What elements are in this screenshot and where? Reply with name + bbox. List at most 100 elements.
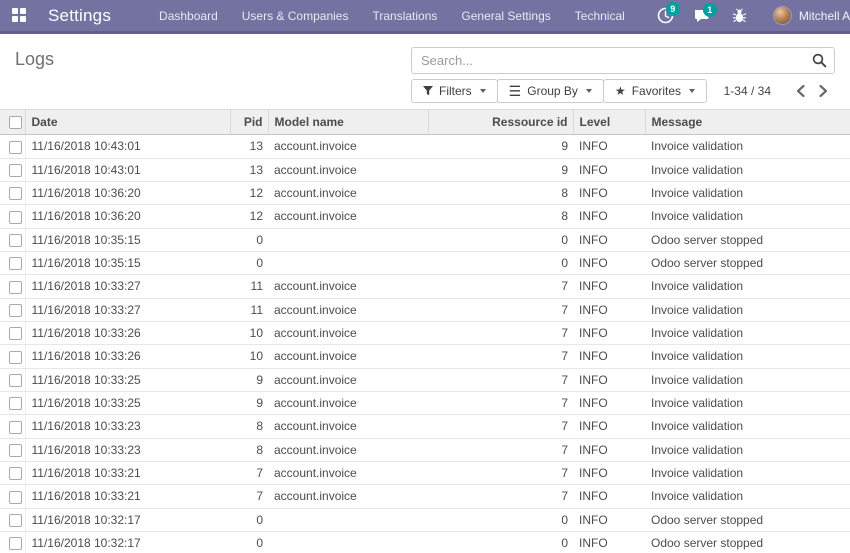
cell-model: account.invoice <box>268 321 428 344</box>
row-checkbox[interactable] <box>9 281 22 294</box>
table-row[interactable]: 11/16/2018 10:35:1500INFOOdoo server sto… <box>0 251 850 274</box>
messages-menu[interactable]: 1 <box>694 8 712 24</box>
menu-item-dashboard[interactable]: Dashboard <box>147 0 230 31</box>
table-row[interactable]: 11/16/2018 10:33:238account.invoice7INFO… <box>0 415 850 438</box>
cell-message: Invoice validation <box>645 181 850 204</box>
row-checkbox[interactable] <box>9 211 22 224</box>
row-checkbox[interactable] <box>9 397 22 410</box>
pager-value[interactable]: 1-34 / 34 <box>724 84 771 98</box>
row-checkbox[interactable] <box>9 187 22 200</box>
user-menu[interactable]: Mitchell Admin (Odoo_12) <box>773 6 850 25</box>
cell-date: 11/16/2018 10:33:27 <box>25 275 230 298</box>
cell-level: INFO <box>573 345 645 368</box>
cell-pid: 9 <box>230 368 268 391</box>
group-by-label: Group By <box>527 84 578 98</box>
cell-resid: 7 <box>428 298 573 321</box>
table-row[interactable]: 11/16/2018 10:33:2610account.invoice7INF… <box>0 321 850 344</box>
cell-model: account.invoice <box>268 205 428 228</box>
cell-resid: 7 <box>428 438 573 461</box>
search-icon[interactable] <box>812 53 827 73</box>
row-checkbox[interactable] <box>9 444 22 457</box>
cell-message: Invoice validation <box>645 275 850 298</box>
row-checkbox[interactable] <box>9 327 22 340</box>
favorites-button[interactable]: ★ Favorites <box>603 79 707 103</box>
avatar <box>773 6 792 25</box>
search-input[interactable] <box>411 47 835 74</box>
cell-pid: 12 <box>230 205 268 228</box>
row-checkbox[interactable] <box>9 421 22 434</box>
table-row[interactable]: 11/16/2018 10:33:259account.invoice7INFO… <box>0 368 850 391</box>
row-checkbox[interactable] <box>9 351 22 364</box>
table-row[interactable]: 11/16/2018 10:43:0113account.invoice9INF… <box>0 158 850 181</box>
app-title[interactable]: Settings <box>48 6 111 26</box>
select-all-checkbox[interactable] <box>9 116 22 129</box>
cell-model: account.invoice <box>268 461 428 484</box>
table-row[interactable]: 11/16/2018 10:36:2012account.invoice8INF… <box>0 181 850 204</box>
cell-date: 11/16/2018 10:33:21 <box>25 485 230 508</box>
cell-model: account.invoice <box>268 135 428 158</box>
cell-model: account.invoice <box>268 485 428 508</box>
table-row[interactable]: 11/16/2018 10:32:1700INFOOdoo server sto… <box>0 508 850 531</box>
column-header-pid[interactable]: Pid <box>230 110 268 135</box>
cell-model: account.invoice <box>268 391 428 414</box>
cell-date: 11/16/2018 10:33:26 <box>25 321 230 344</box>
cell-date: 11/16/2018 10:33:26 <box>25 345 230 368</box>
table-row[interactable]: 11/16/2018 10:35:1500INFOOdoo server sto… <box>0 228 850 251</box>
row-checkbox[interactable] <box>9 491 22 504</box>
row-checkbox[interactable] <box>9 141 22 154</box>
table-row[interactable]: 11/16/2018 10:33:217account.invoice7INFO… <box>0 485 850 508</box>
pager-previous-button[interactable] <box>789 85 812 97</box>
row-checkbox[interactable] <box>9 374 22 387</box>
row-checkbox[interactable] <box>9 234 22 247</box>
page-title: Logs <box>15 47 54 70</box>
activities-menu[interactable]: 9 <box>657 7 674 24</box>
pager-next-button[interactable] <box>812 85 835 97</box>
column-header-date[interactable]: Date <box>25 110 230 135</box>
row-checkbox[interactable] <box>9 257 22 270</box>
cell-level: INFO <box>573 298 645 321</box>
table-row[interactable]: 11/16/2018 10:33:2610account.invoice7INF… <box>0 345 850 368</box>
table-row[interactable]: 11/16/2018 10:33:217account.invoice7INFO… <box>0 461 850 484</box>
search-box <box>411 47 835 74</box>
column-header-model-name[interactable]: Model name <box>268 110 428 135</box>
filters-button[interactable]: Filters <box>411 79 498 103</box>
group-by-button[interactable]: ☰ Group By <box>497 79 604 103</box>
row-checkbox[interactable] <box>9 164 22 177</box>
list-view: DatePidModel nameRessource idLevelMessag… <box>0 109 850 553</box>
table-row[interactable]: 11/16/2018 10:33:238account.invoice7INFO… <box>0 438 850 461</box>
cell-model: account.invoice <box>268 181 428 204</box>
menu-item-general-settings[interactable]: General Settings <box>449 0 562 31</box>
cell-message: Invoice validation <box>645 205 850 228</box>
chevron-down-icon <box>586 89 592 93</box>
table-row[interactable]: 11/16/2018 10:33:259account.invoice7INFO… <box>0 391 850 414</box>
table-row[interactable]: 11/16/2018 10:36:2012account.invoice8INF… <box>0 205 850 228</box>
column-header-message[interactable]: Message <box>645 110 850 135</box>
row-checkbox[interactable] <box>9 537 22 550</box>
row-checkbox[interactable] <box>9 514 22 527</box>
column-header-ressource-id[interactable]: Ressource id <box>428 110 573 135</box>
menu-item-technical[interactable]: Technical <box>563 0 637 31</box>
menu-item-translations[interactable]: Translations <box>360 0 449 31</box>
cell-level: INFO <box>573 135 645 158</box>
cell-resid: 7 <box>428 275 573 298</box>
debug-menu[interactable] <box>732 8 747 24</box>
cell-message: Invoice validation <box>645 321 850 344</box>
favorites-label: Favorites <box>632 84 681 98</box>
main-menu: DashboardUsers & CompaniesTranslationsGe… <box>147 0 637 31</box>
cell-message: Invoice validation <box>645 415 850 438</box>
cell-level: INFO <box>573 508 645 531</box>
cell-resid: 8 <box>428 181 573 204</box>
activities-badge: 9 <box>666 2 680 16</box>
table-row[interactable]: 11/16/2018 10:32:1700INFOOdoo server sto… <box>0 531 850 553</box>
cell-date: 11/16/2018 10:36:20 <box>25 205 230 228</box>
row-checkbox[interactable] <box>9 304 22 317</box>
cell-date: 11/16/2018 10:43:01 <box>25 135 230 158</box>
table-row[interactable]: 11/16/2018 10:33:2711account.invoice7INF… <box>0 298 850 321</box>
menu-item-users-companies[interactable]: Users & Companies <box>230 0 361 31</box>
apps-menu-icon[interactable] <box>12 8 26 23</box>
table-row[interactable]: 11/16/2018 10:33:2711account.invoice7INF… <box>0 275 850 298</box>
column-header-level[interactable]: Level <box>573 110 645 135</box>
row-checkbox[interactable] <box>9 467 22 480</box>
logs-table: DatePidModel nameRessource idLevelMessag… <box>0 109 850 553</box>
table-row[interactable]: 11/16/2018 10:43:0113account.invoice9INF… <box>0 135 850 158</box>
